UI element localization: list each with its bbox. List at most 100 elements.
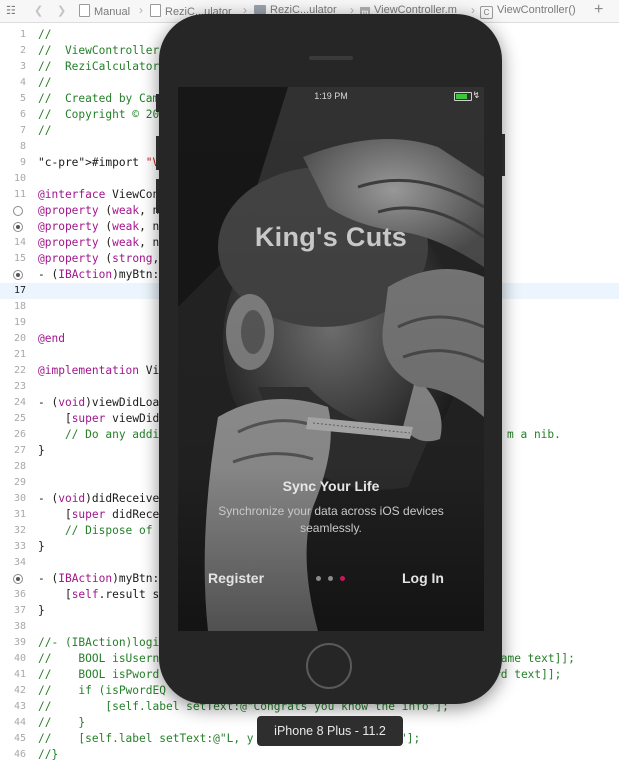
code-text: //- (IBAction)logi <box>38 636 160 649</box>
line-number[interactable]: 42 <box>0 683 26 699</box>
code-text-overflow: "]; <box>400 732 421 745</box>
code-text: // } <box>38 716 86 729</box>
line-number[interactable]: 4 <box>0 75 26 91</box>
login-button[interactable]: Log In <box>402 570 444 586</box>
line-number[interactable]: 46 <box>0 747 26 763</box>
line-number[interactable]: 23 <box>0 379 26 395</box>
line-number[interactable]: 37 <box>0 603 26 619</box>
code-text: - (void)viewDidLoa <box>38 396 160 409</box>
page-dot-2[interactable] <box>328 576 333 581</box>
line-number[interactable]: 17 <box>0 283 26 299</box>
code-text: // ReziCalculator <box>38 60 160 73</box>
code-text: @end <box>38 332 65 345</box>
code-text: @interface ViewCon <box>38 188 160 201</box>
code-text: [super viewDid <box>38 412 160 425</box>
line-number[interactable]: 29 <box>0 475 26 491</box>
onboarding-description: Synchronize your data across iOS devices… <box>218 504 444 535</box>
line-number[interactable]: 18 <box>0 299 26 315</box>
jumpbar-item-symbol[interactable]: C ViewController() <box>480 4 576 19</box>
code-text: @implementation Vi <box>38 364 160 377</box>
home-button[interactable] <box>306 643 352 689</box>
line-number[interactable]: 30 <box>0 491 26 507</box>
line-number[interactable]: 45 <box>0 731 26 747</box>
line-number[interactable]: 14 <box>0 235 26 251</box>
code-text: @property (weak, n <box>38 204 160 217</box>
ios-status-bar: 1:19 PM ↯ <box>178 87 484 105</box>
line-number[interactable]: 15 <box>0 251 26 267</box>
code-text-overflow: rd text]]; <box>494 668 562 681</box>
code-text: // <box>38 124 52 137</box>
line-number[interactable]: 5 <box>0 91 26 107</box>
line-number[interactable]: 41 <box>0 667 26 683</box>
class-icon: C <box>480 6 493 19</box>
line-number[interactable]: 31 <box>0 507 26 523</box>
line-number[interactable]: 19 <box>0 315 26 331</box>
app-title: King's Cuts <box>254 222 408 252</box>
line-number[interactable]: 34 <box>0 555 26 571</box>
charging-bolt-icon: ↯ <box>472 90 480 100</box>
code-text: @property (weak, n <box>38 236 160 249</box>
code-text: // Created by Cam <box>38 92 160 105</box>
add-editor-button[interactable]: + <box>594 1 603 19</box>
code-text-overflow: name text]]; <box>494 652 575 665</box>
volume-down-button <box>156 179 159 213</box>
line-number[interactable]: 39 <box>0 635 26 651</box>
chevron-right-icon: › <box>471 3 475 17</box>
line-number[interactable]: 9 <box>0 155 26 171</box>
outlet-connected-icon[interactable] <box>13 574 23 584</box>
file-icon <box>150 4 161 17</box>
line-number[interactable]: 43 <box>0 699 26 715</box>
code-text: // if (isPwordEQ <box>38 684 166 697</box>
line-number[interactable]: 7 <box>0 123 26 139</box>
line-number[interactable]: 44 <box>0 715 26 731</box>
line-number[interactable]: 3 <box>0 59 26 75</box>
line-number[interactable]: 32 <box>0 523 26 539</box>
line-number[interactable]: 27 <box>0 443 26 459</box>
code-text-overflow: m a nib. <box>507 428 561 441</box>
simulator-screen[interactable]: 1:19 PM ↯ King's Cuts Sync Your Life Syn… <box>178 87 484 631</box>
line-number[interactable]: 21 <box>0 347 26 363</box>
line-number[interactable]: 26 <box>0 427 26 443</box>
code-text: //} <box>38 748 59 761</box>
line-number[interactable]: 24 <box>0 395 26 411</box>
line-number[interactable]: 6 <box>0 107 26 123</box>
code-text: } <box>38 444 45 457</box>
onboarding-heading: Sync Your Life <box>282 478 380 494</box>
back-arrow-icon[interactable]: ❮ <box>34 4 43 17</box>
jumpbar-item-manual[interactable]: Manual <box>79 4 130 18</box>
outlet-disconnected-icon[interactable] <box>13 206 23 216</box>
line-number[interactable]: 33 <box>0 539 26 555</box>
code-text: // Dispose of <box>38 524 153 537</box>
page-dot-1[interactable] <box>316 576 321 581</box>
line-number[interactable]: 10 <box>0 171 26 187</box>
line-number[interactable]: 11 <box>0 187 26 203</box>
chevron-right-icon: › <box>139 3 143 17</box>
mute-switch <box>156 94 159 112</box>
battery-icon <box>454 92 472 101</box>
code-line[interactable]: 46 //} <box>0 747 619 763</box>
forward-arrow-icon[interactable]: ❯ <box>57 4 66 17</box>
line-number[interactable]: 1 <box>0 27 26 43</box>
code-text: // Do any addi <box>38 428 160 441</box>
code-text: [super didRece <box>38 508 160 521</box>
line-number[interactable]: 22 <box>0 363 26 379</box>
line-number[interactable]: 40 <box>0 651 26 667</box>
code-text: // <box>38 28 52 41</box>
line-number[interactable]: 8 <box>0 139 26 155</box>
line-number[interactable]: 28 <box>0 459 26 475</box>
project-icon <box>79 4 90 17</box>
line-number[interactable]: 2 <box>0 43 26 59</box>
page-dot-3[interactable] <box>340 576 345 581</box>
outlet-connected-icon[interactable] <box>13 270 23 280</box>
line-number[interactable]: 36 <box>0 587 26 603</box>
page-control[interactable] <box>316 576 356 582</box>
line-number[interactable]: 25 <box>0 411 26 427</box>
line-number[interactable]: 20 <box>0 331 26 347</box>
register-button[interactable]: Register <box>208 570 264 586</box>
code-text: // BOOL isUsern <box>38 652 160 665</box>
outlet-connected-icon[interactable] <box>13 222 23 232</box>
power-button <box>502 134 505 176</box>
folder-icon <box>254 5 266 14</box>
related-items-icon[interactable]: ☷ <box>6 4 16 17</box>
line-number[interactable]: 38 <box>0 619 26 635</box>
